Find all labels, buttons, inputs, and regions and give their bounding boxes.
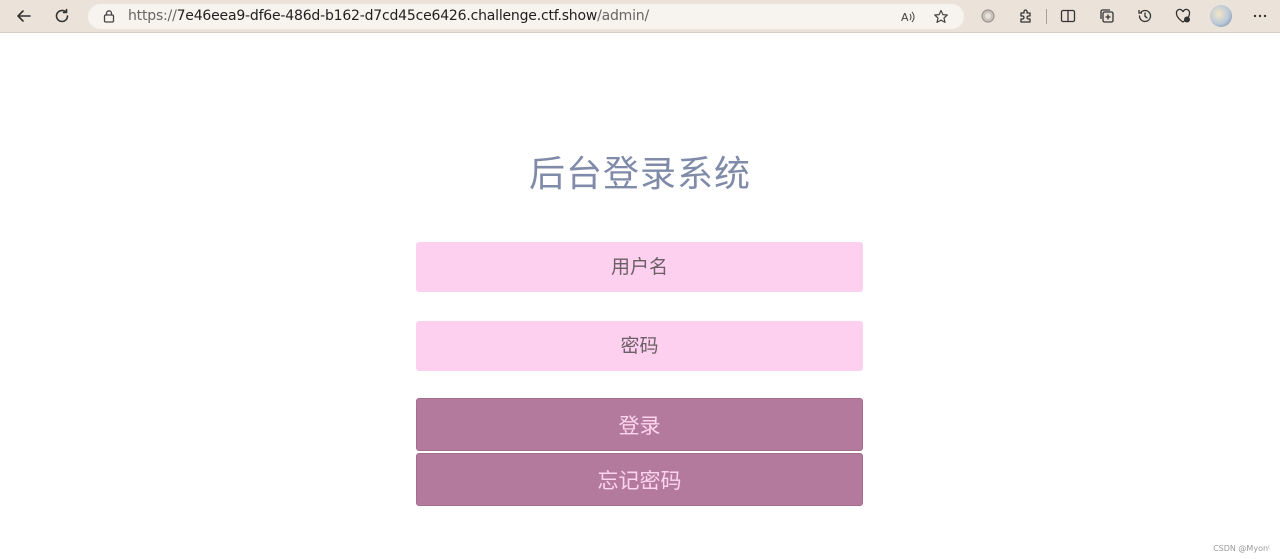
url-path: /admin/: [597, 8, 649, 24]
history-icon: [1138, 9, 1152, 23]
login-button[interactable]: 登录: [416, 398, 863, 451]
watermark-text: CSDN @Myon⁽: [1213, 544, 1270, 553]
forgot-password-label: 忘记密码: [597, 468, 682, 493]
forgot-password-button[interactable]: 忘记密码: [416, 453, 863, 506]
more-menu-button[interactable]: [1247, 4, 1273, 28]
extensions-button[interactable]: [1013, 4, 1039, 28]
extension-circle-button[interactable]: [975, 4, 1001, 28]
split-screen-icon: [1060, 9, 1076, 23]
collections-button[interactable]: [1094, 4, 1120, 28]
address-bar[interactable]: https://7e46eea9-df6e-486d-b162-d7cd45ce…: [88, 4, 964, 29]
performance-icon: [1175, 8, 1191, 23]
toolbar-separator: [1046, 9, 1047, 24]
split-screen-button[interactable]: [1055, 4, 1081, 28]
username-input[interactable]: [416, 242, 863, 292]
url-host: 7e46eea9-df6e-486d-b162-d7cd45ce6426.cha…: [176, 8, 598, 24]
login-button-label: 登录: [618, 413, 661, 438]
history-button[interactable]: [1132, 4, 1158, 28]
back-button[interactable]: [11, 4, 37, 28]
refresh-button[interactable]: [49, 4, 75, 28]
svg-text:A: A: [901, 11, 909, 24]
url-prefix: https://: [128, 8, 177, 24]
arrow-left-icon: [17, 10, 31, 22]
refresh-icon: [55, 8, 69, 23]
favorite-star-icon[interactable]: [931, 7, 951, 27]
password-input[interactable]: [416, 321, 863, 371]
performance-button[interactable]: [1170, 4, 1196, 28]
read-aloud-icon[interactable]: A: [898, 7, 918, 27]
page-title: 后台登录系统: [528, 154, 751, 195]
profile-avatar-icon[interactable]: [1210, 5, 1232, 27]
browser-toolbar: https://7e46eea9-df6e-486d-b162-d7cd45ce…: [0, 0, 1280, 33]
more-icon: [1253, 14, 1267, 18]
url-text[interactable]: https://7e46eea9-df6e-486d-b162-d7cd45ce…: [128, 8, 649, 24]
lock-icon: [103, 10, 115, 23]
circle-icon: [981, 9, 995, 23]
collections-icon: [1100, 9, 1114, 23]
puzzle-icon: [1020, 9, 1031, 23]
page-content: 后台登录系统 登录 忘记密码 CSDN @Myon⁽: [0, 34, 1280, 559]
